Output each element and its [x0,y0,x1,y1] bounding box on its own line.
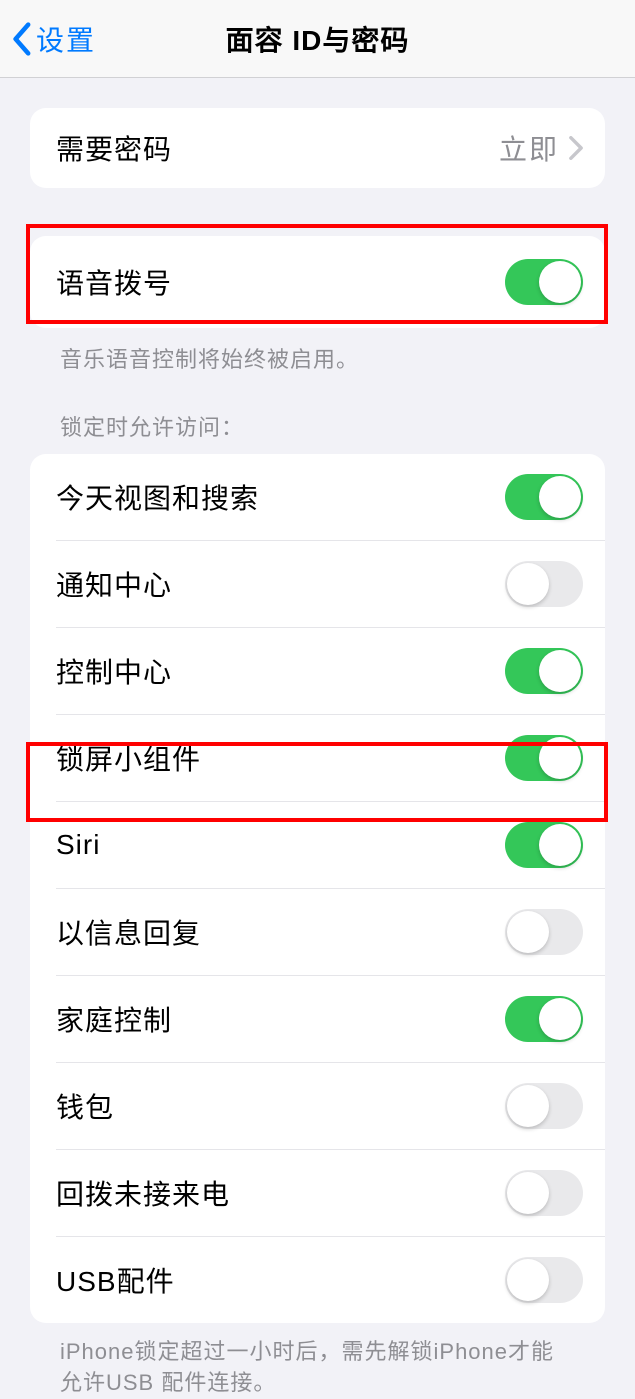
chevron-left-icon [10,21,32,57]
require-passcode-group: 需要密码 立即 [30,108,605,188]
locked-access-label: 钱包 [56,1086,114,1126]
locked-access-header: 锁定时允许访问： [30,410,605,454]
locked-access-row: 以信息回复 [56,888,605,975]
locked-access-row: 家庭控制 [56,975,605,1062]
back-label: 设置 [36,19,96,59]
locked-access-label: 家庭控制 [56,999,172,1039]
voice-dial-toggle[interactable] [505,259,583,305]
locked-access-toggle[interactable] [505,561,583,607]
locked-access-label: USB配件 [56,1260,175,1300]
voice-dial-group: 语音拨号 [30,236,605,328]
voice-dial-label: 语音拨号 [56,262,172,302]
navigation-bar: 设置 面容 ID与密码 [0,0,635,78]
locked-access-row: 钱包 [56,1062,605,1149]
locked-access-row: USB配件 [56,1236,605,1323]
locked-access-label: 控制中心 [56,651,172,691]
locked-access-toggle[interactable] [505,1170,583,1216]
require-passcode-label: 需要密码 [56,128,172,168]
locked-access-toggle[interactable] [505,648,583,694]
locked-access-label: 今天视图和搜索 [56,477,259,517]
locked-access-toggle[interactable] [505,735,583,781]
locked-access-label: 以信息回复 [56,912,201,952]
voice-dial-row: 语音拨号 [30,236,605,328]
voice-dial-footer: 音乐语音控制将始终被启用。 [30,328,605,374]
back-button[interactable]: 设置 [0,19,96,59]
locked-access-label: Siri [56,829,100,861]
locked-access-toggle[interactable] [505,996,583,1042]
locked-access-row: 通知中心 [56,540,605,627]
locked-access-group: 今天视图和搜索通知中心控制中心锁屏小组件 Siri 以信息回复家庭控制钱包回拨未接来… [30,454,605,1323]
chevron-right-icon [569,136,583,160]
locked-access-toggle[interactable] [505,822,583,868]
locked-access-row: 今天视图和搜索 [30,454,605,540]
locked-access-row: 锁屏小组件 [56,714,605,801]
locked-access-toggle[interactable] [505,1083,583,1129]
locked-access-label: 锁屏小组件 [56,738,201,778]
locked-access-toggle[interactable] [505,474,583,520]
locked-access-label: 回拨未接来电 [56,1173,230,1213]
locked-access-row: Siri [56,801,605,888]
locked-access-toggle[interactable] [505,1257,583,1303]
locked-access-footer: iPhone锁定超过一小时后，需先解锁iPhone才能允许USB 配件连接。 [30,1323,605,1399]
locked-access-label: 通知中心 [56,564,172,604]
locked-access-row: 回拨未接来电 [56,1149,605,1236]
require-passcode-row[interactable]: 需要密码 立即 [30,108,605,188]
require-passcode-value: 立即 [499,128,559,168]
locked-access-row: 控制中心 [56,627,605,714]
locked-access-toggle[interactable] [505,909,583,955]
